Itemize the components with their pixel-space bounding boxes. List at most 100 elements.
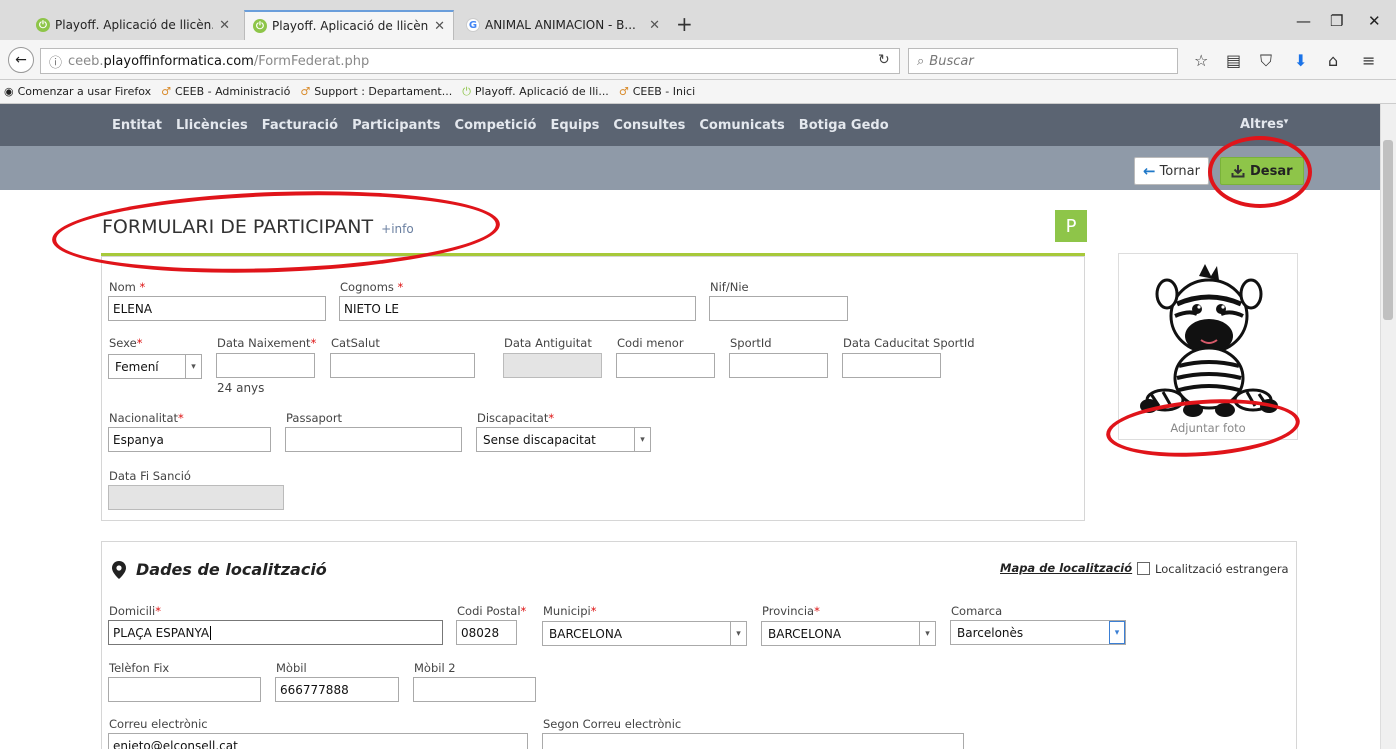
reload-icon[interactable]: ↻ — [878, 52, 890, 68]
sexe-label: Sexe* — [109, 336, 143, 350]
cognoms-input[interactable]: NIETO LE — [339, 296, 696, 321]
bookmark-star-icon[interactable]: ☆ — [1194, 51, 1208, 70]
browser-tab[interactable]: ⏻ Playoff. Aplicació de llicèn... ✕ — [28, 10, 238, 40]
tab-label: Playoff. Aplicació de llicèn... — [272, 19, 429, 33]
codi-menor-input[interactable] — [616, 353, 715, 378]
mobil-input[interactable]: 666777888 — [275, 677, 399, 702]
bookmark-item[interactable]: ♂ Support : Departament... — [300, 85, 452, 98]
scrollbar-thumb[interactable] — [1383, 140, 1393, 320]
search-placeholder: Buscar — [929, 53, 974, 69]
telefon-input[interactable] — [108, 677, 261, 702]
bookmark-label: Comenzar a usar Firefox — [17, 85, 152, 98]
search-field[interactable]: ⌕ Buscar — [908, 48, 1178, 74]
download-icon[interactable]: ⬇ — [1294, 51, 1307, 70]
chevron-down-icon: ▾ — [185, 355, 201, 378]
hamburger-menu-icon[interactable]: ≡ — [1362, 51, 1375, 70]
data-caducitat-input[interactable] — [842, 353, 941, 378]
minimize-icon[interactable]: — — [1296, 12, 1311, 30]
correu2-label: Segon Correu electrònic — [543, 717, 682, 731]
municipi-select[interactable]: BARCELONA ▾ — [542, 621, 747, 646]
label-text: Discapacitat — [477, 411, 549, 425]
back-arrow-icon[interactable]: ← — [8, 47, 34, 73]
nif-input[interactable] — [709, 296, 848, 321]
domicili-input[interactable]: PLAÇA ESPANYA — [108, 620, 443, 645]
browser-tab-active[interactable]: ⏻ Playoff. Aplicació de llicèn... ✕ — [244, 10, 454, 40]
new-tab-icon[interactable]: + — [676, 12, 693, 36]
menu-consultes[interactable]: Consultes — [613, 118, 685, 133]
bookmark-item[interactable]: ♂ CEEB - Inici — [619, 85, 695, 98]
menu-facturacio[interactable]: Facturació — [262, 118, 338, 133]
correu2-input[interactable] — [542, 733, 964, 749]
map-marker-icon — [112, 560, 126, 579]
back-button[interactable]: ← Tornar — [1134, 157, 1209, 185]
menu-llicencies[interactable]: Llicències — [176, 118, 248, 133]
reader-list-icon[interactable]: ▤ — [1226, 51, 1241, 70]
label-text: Data Naixement — [217, 336, 311, 350]
municipi-value: BARCELONA — [549, 626, 623, 641]
pocket-icon[interactable]: ⛉ — [1260, 51, 1272, 71]
zebra-image — [1140, 264, 1278, 417]
comarca-select[interactable]: Barcelonès ▾ — [950, 620, 1126, 645]
url-field[interactable]: ⓘ ceeb. playoffinformatica.com /FormFede… — [40, 48, 900, 74]
data-antiguitat-input — [503, 353, 602, 378]
browser-tab[interactable]: G ANIMAL ANIMACION - B... ✕ — [458, 10, 668, 40]
bookmark-item[interactable]: ◉ Comenzar a usar Firefox — [4, 85, 151, 98]
map-link[interactable]: Mapa de localització — [1000, 561, 1132, 575]
codi-postal-input[interactable]: 08028 — [456, 620, 517, 645]
comarca-value: Barcelonès — [957, 625, 1024, 640]
mobil2-input[interactable] — [413, 677, 536, 702]
cognoms-label: Cognoms * — [340, 280, 404, 294]
data-caducitat-label: Data Caducitat SportId — [843, 336, 975, 350]
menu-altres[interactable]: Altres▾ — [1240, 117, 1288, 132]
bookmark-item[interactable]: ♂ CEEB - Administració — [161, 85, 290, 98]
discapacitat-select[interactable]: Sense discapacitat ▾ — [476, 427, 651, 452]
menu-competicio[interactable]: Competició — [455, 118, 537, 133]
sexe-select[interactable]: Femení ▾ — [108, 354, 202, 379]
label-text: Nom — [109, 280, 136, 294]
bookmark-label: Support : Departament... — [314, 85, 453, 98]
menu-equips[interactable]: Equips — [550, 118, 599, 133]
nom-input[interactable]: ELENA — [108, 296, 326, 321]
sportid-label: SportId — [730, 336, 772, 350]
data-fi-sancio-label: Data Fi Sanció — [109, 469, 191, 483]
provincia-select[interactable]: BARCELONA ▾ — [761, 621, 936, 646]
menu-comunicats[interactable]: Comunicats — [699, 118, 784, 133]
menu-botiga-gedo[interactable]: Botiga Gedo — [799, 118, 889, 133]
annotation-ring-save — [1208, 136, 1312, 208]
chevron-down-icon: ▾ — [919, 622, 935, 645]
data-naixement-input[interactable] — [216, 353, 315, 378]
bookmark-label: CEEB - Administració — [175, 85, 291, 98]
close-icon[interactable]: ✕ — [649, 18, 660, 33]
passaport-input[interactable] — [285, 427, 462, 452]
arrow-left-icon: ← — [1143, 162, 1156, 180]
label-text: Codi Postal — [457, 604, 521, 618]
foreign-location-checkbox[interactable] — [1137, 562, 1150, 575]
provincia-label: Provincia* — [762, 604, 820, 618]
menu-participants[interactable]: Participants — [352, 118, 440, 133]
google-favicon-icon: G — [466, 18, 480, 32]
catsalut-input[interactable] — [330, 353, 475, 378]
sportid-input[interactable] — [729, 353, 828, 378]
correu-input[interactable]: enieto@elconsell.cat — [108, 733, 528, 749]
back-button-label: Tornar — [1159, 163, 1200, 179]
url-host-prefix: ceeb. — [68, 53, 104, 69]
restore-icon[interactable]: ❐ — [1330, 12, 1343, 30]
ceeb-icon: ♂ — [618, 85, 629, 98]
window-close-icon[interactable]: ✕ — [1368, 12, 1381, 30]
label-text: Municipi — [543, 604, 591, 618]
passaport-label: Passaport — [286, 411, 343, 425]
bookmark-item[interactable]: ⏻ Playoff. Aplicació de lli... — [462, 85, 609, 99]
ceeb-icon: ♂ — [161, 85, 171, 98]
bookmarks-bar: ◉ Comenzar a usar Firefox ♂ CEEB - Adminis… — [0, 80, 1396, 104]
menu-entitat[interactable]: Entitat — [112, 118, 162, 133]
close-icon[interactable]: ✕ — [219, 18, 230, 33]
text-cursor — [210, 625, 212, 640]
comarca-label: Comarca — [951, 604, 1003, 618]
codi-postal-label: Codi Postal* — [457, 604, 527, 618]
close-icon[interactable]: ✕ — [434, 19, 445, 34]
zebra-mane — [1199, 264, 1219, 280]
home-icon[interactable]: ⌂ — [1328, 51, 1338, 70]
nacionalitat-input[interactable]: Espanya — [108, 427, 271, 452]
sexe-value: Femení — [115, 359, 159, 374]
altres-label: Altres — [1240, 117, 1284, 132]
